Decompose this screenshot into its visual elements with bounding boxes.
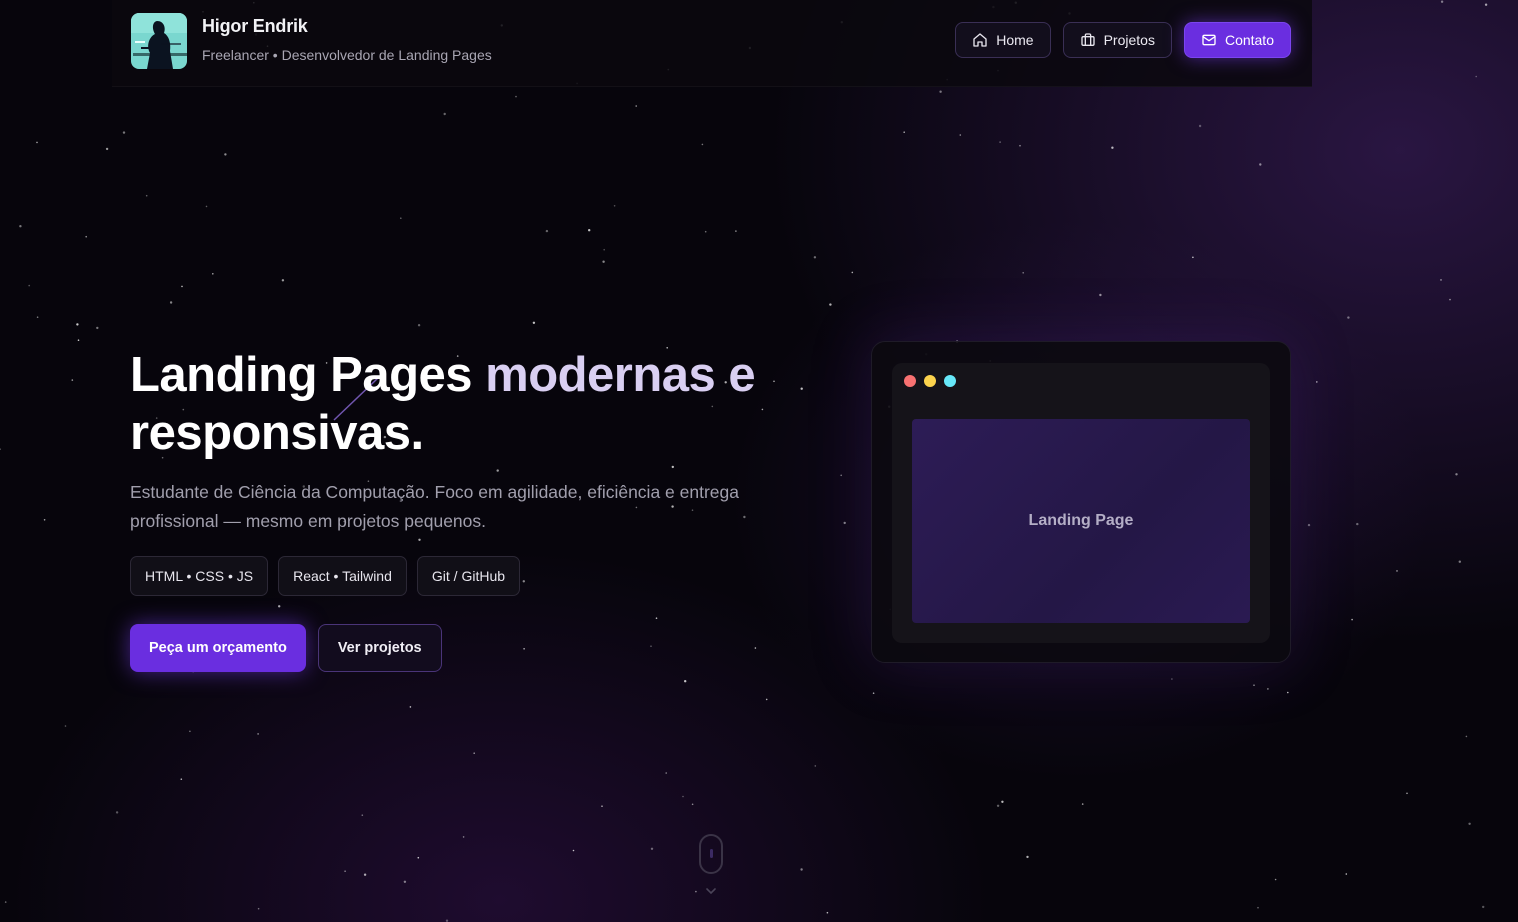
hero-title-accent: modernas e	[485, 348, 756, 402]
nav-contact-label: Contato	[1224, 32, 1274, 48]
window-dot-cyan	[944, 375, 956, 387]
hero-actions: Peça um orçamento Ver projetos	[130, 624, 442, 672]
mockup-window: Landing Page	[892, 363, 1270, 643]
window-dot-red	[904, 375, 916, 387]
skill-tag: React • Tailwind	[278, 556, 407, 596]
mail-icon	[1202, 34, 1216, 46]
hero-description: Estudante de Ciência da Computação. Foco…	[130, 482, 739, 531]
view-projects-button[interactable]: Ver projetos	[317, 624, 442, 672]
home-icon	[973, 33, 987, 47]
skill-tag: HTML • CSS • JS	[130, 556, 269, 596]
main-nav: Home Projetos Contato	[955, 22, 1291, 58]
hero-title: Landing Pages modernas e responsivas.	[130, 346, 830, 462]
mockup-label: Landing Page	[1028, 512, 1134, 529]
skill-tags: HTML • CSS • JS React • Tailwind Git / G…	[130, 556, 521, 596]
browser-mockup: Landing Page	[871, 341, 1291, 663]
nav-projects-label: Projetos	[1103, 32, 1155, 48]
nav-contact-button[interactable]: Contato	[1183, 22, 1291, 58]
site-header: Higor Endrik Freelancer • Desenvolvedor …	[112, 0, 1312, 87]
briefcase-icon	[1080, 33, 1095, 46]
hero-title-plain: Landing Pages	[130, 348, 486, 402]
window-dot-yellow	[924, 375, 936, 387]
chevron-down-icon	[706, 888, 716, 895]
request-quote-button[interactable]: Peça um orçamento	[130, 624, 306, 672]
nav-home-label: Home	[996, 32, 1034, 48]
nav-home-button[interactable]: Home	[955, 22, 1051, 58]
mockup-screen: Landing Page	[912, 419, 1250, 623]
avatar	[131, 13, 187, 69]
nav-projects-button[interactable]: Projetos	[1062, 22, 1172, 58]
hero-title-line2: responsivas.	[130, 406, 424, 460]
scroll-indicator[interactable]	[699, 834, 723, 874]
brand-name: Higor Endrik	[202, 16, 308, 36]
skill-tag: Git / GitHub	[416, 556, 521, 596]
brand-subtitle: Freelancer • Desenvolvedor de Landing Pa…	[202, 47, 492, 63]
scroll-wheel	[710, 849, 713, 858]
